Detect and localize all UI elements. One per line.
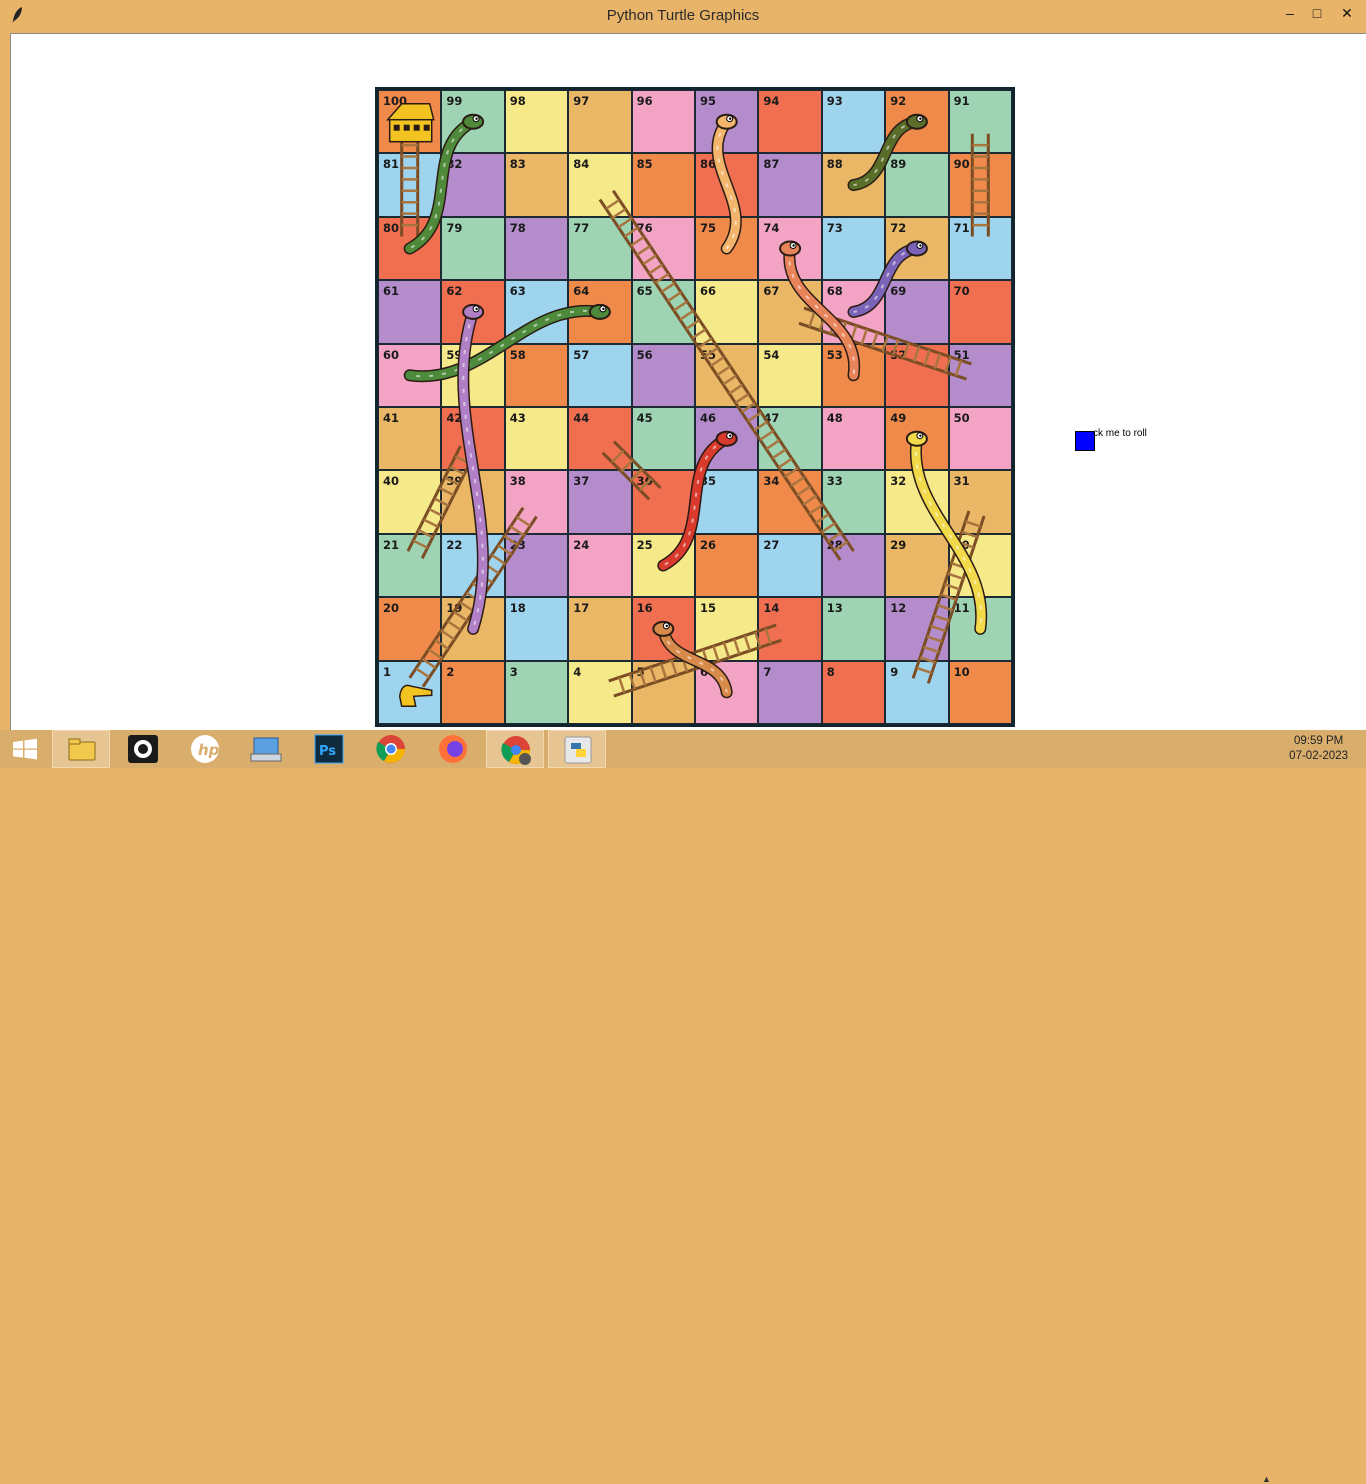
house-icon [386, 102, 435, 143]
close-button[interactable]: ✕ [1332, 2, 1362, 24]
python-icon [564, 736, 592, 764]
title-bar: Python Turtle Graphics – □ ✕ [0, 0, 1366, 31]
game-board: 100 99 98 97 96 95 94 93 92 91 81 82 83 84 85 86 87 88 89 9… [375, 87, 1015, 727]
snake-16-6 [652, 620, 733, 699]
svg-text:hp: hp [198, 741, 220, 759]
snake-49-11 [905, 430, 988, 635]
taskbar-app-4[interactable]: Ps [300, 730, 358, 768]
chrome-icon [376, 735, 405, 763]
file-explorer-icon [68, 738, 96, 761]
taskbar-app-2[interactable]: hp [176, 730, 234, 768]
board-art [386, 102, 990, 708]
tray-expand-icon[interactable]: ▲ [1262, 1474, 1271, 1484]
taskbar: hp Ps ▲ 09:59 PM 07-02-2023 [0, 730, 1366, 1484]
taskbar-app-0[interactable] [52, 730, 110, 768]
windows-logo-icon [13, 738, 37, 760]
clock[interactable]: 09:59 PM 07-02-2023 [1289, 734, 1348, 764]
minimize-button[interactable]: – [1275, 2, 1305, 24]
camera-app-icon [128, 735, 158, 763]
ladder-36-44 [601, 440, 662, 501]
chrome-profile-icon [501, 736, 531, 765]
snake-92-88 [847, 113, 928, 192]
taskbar-app-8[interactable] [548, 730, 606, 768]
keyboard-icon [250, 737, 282, 762]
snake-64-60 [403, 303, 611, 383]
snake-95-75 [711, 113, 742, 255]
clock-date: 07-02-2023 [1289, 750, 1348, 762]
clock-time: 09:59 PM [1293, 735, 1344, 747]
taskbar-app-1[interactable] [114, 730, 172, 768]
taskbar-app-5[interactable] [362, 730, 420, 768]
firefox-icon [439, 735, 467, 763]
roll-dice-button[interactable] [1075, 431, 1095, 451]
taskbar-app-3[interactable] [238, 730, 296, 768]
ladder-21-42 [406, 445, 477, 560]
maximize-button[interactable]: □ [1302, 2, 1332, 24]
window-title: Python Turtle Graphics [606, 7, 760, 24]
taskbar-app-6[interactable] [424, 730, 482, 768]
snake-46-25 [657, 430, 738, 572]
turtle-canvas[interactable]: 100 99 98 97 96 95 94 93 92 91 81 82 83 84 85 86 87 88 89 9… [10, 33, 1366, 761]
roll-dice-label[interactable]: ck me to roll [1093, 428, 1147, 439]
snake-72-68 [847, 240, 928, 318]
start-button[interactable] [0, 730, 50, 768]
hp-icon: hp [191, 735, 220, 763]
photoshop-icon: Ps [314, 734, 344, 764]
taskbar-app-7[interactable] [486, 730, 544, 768]
ladder-71-91 [970, 133, 990, 237]
pointing-hand-icon [398, 684, 433, 708]
ladder-80-100 [400, 133, 420, 237]
svg-text:Ps: Ps [319, 744, 336, 759]
snake-74-53 [779, 240, 861, 382]
